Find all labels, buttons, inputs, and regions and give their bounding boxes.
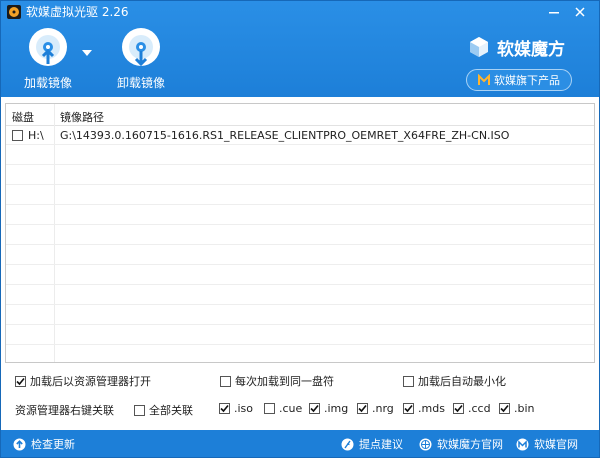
table-row[interactable]: H:\ G:\14393.0.160715-1616.RS1_RELEASE_C… bbox=[6, 126, 594, 145]
disc-down-arrow-icon bbox=[122, 28, 160, 67]
mofang-site-link[interactable]: 软媒魔方官网 bbox=[419, 436, 503, 452]
globe-icon bbox=[419, 438, 432, 450]
select-all-option[interactable]: 全部关联 bbox=[134, 402, 193, 418]
empty-row bbox=[6, 186, 594, 205]
brand-logo: 软媒魔方 bbox=[467, 33, 592, 61]
ext-label: .ccd bbox=[468, 402, 491, 415]
minimize-button[interactable] bbox=[543, 3, 565, 21]
up-arrow-circle-icon bbox=[13, 438, 26, 450]
ext-cue-option[interactable]: .cue bbox=[264, 402, 302, 415]
ext-mds-option[interactable]: .mds bbox=[403, 402, 445, 415]
ext-ccd-option[interactable]: .ccd bbox=[453, 402, 491, 415]
checkmark-icon bbox=[454, 404, 463, 413]
empty-row bbox=[6, 246, 594, 265]
mofang-site-label: 软媒魔方官网 bbox=[437, 438, 503, 451]
minimize-icon bbox=[549, 12, 559, 14]
mount-image-button[interactable]: 加载镜像 bbox=[11, 25, 85, 95]
open-explorer-option[interactable]: 加载后以资源管理器打开 bbox=[15, 373, 151, 389]
footer-bar: 检查更新 提点建议 软媒魔方官网 软媒官网 bbox=[1, 430, 599, 457]
ext-iso-option[interactable]: .iso bbox=[219, 402, 253, 415]
empty-row bbox=[6, 266, 594, 285]
disc-app-icon bbox=[7, 5, 21, 19]
checkmark-icon bbox=[220, 404, 229, 413]
ext-label: .bin bbox=[514, 402, 535, 415]
feedback-label: 提点建议 bbox=[359, 438, 403, 451]
feedback-link[interactable]: 提点建议 bbox=[341, 436, 403, 452]
close-icon bbox=[575, 7, 585, 17]
title-bar[interactable]: 软媒虚拟光驱 2.26 bbox=[1, 1, 599, 23]
empty-row bbox=[6, 146, 594, 165]
same-drive-label: 每次加载到同一盘符 bbox=[235, 375, 334, 388]
context-menu-label: 资源管理器右键关联 bbox=[15, 404, 114, 417]
unmount-image-button[interactable]: 卸载镜像 bbox=[104, 25, 178, 95]
checkbox[interactable] bbox=[15, 375, 26, 387]
column-header-path[interactable]: 镜像路径 bbox=[60, 109, 104, 125]
checkbox[interactable] bbox=[220, 375, 231, 387]
same-drive-option[interactable]: 每次加载到同一盘符 bbox=[220, 373, 334, 389]
drive-letter: H:\ bbox=[28, 129, 44, 142]
checkbox[interactable] bbox=[134, 404, 145, 416]
ruanmei-site-label: 软媒官网 bbox=[534, 438, 578, 451]
ruanmei-site-link[interactable]: 软媒官网 bbox=[516, 436, 578, 452]
ext-label: .img bbox=[324, 402, 349, 415]
check-update-label: 检查更新 bbox=[31, 438, 75, 451]
window-title: 软媒虚拟光驱 2.26 bbox=[26, 5, 129, 19]
empty-row bbox=[6, 226, 594, 245]
m-logo-icon bbox=[516, 438, 529, 450]
ext-label: .iso bbox=[234, 402, 254, 415]
cube-logo-icon bbox=[470, 37, 488, 57]
unmount-label: 卸载镜像 bbox=[116, 76, 165, 90]
checkmark-icon bbox=[358, 404, 367, 413]
mount-label: 加载镜像 bbox=[23, 76, 72, 90]
chevron-down-icon[interactable] bbox=[82, 49, 92, 57]
disc-up-arrow-icon bbox=[29, 28, 67, 66]
column-header-disk[interactable]: 磁盘 bbox=[12, 109, 34, 125]
feather-icon bbox=[341, 438, 354, 450]
ext-label: .mds bbox=[418, 402, 445, 415]
checkbox[interactable] bbox=[309, 403, 320, 414]
checkbox[interactable] bbox=[499, 403, 510, 414]
empty-row bbox=[6, 166, 594, 185]
row-checkbox[interactable] bbox=[12, 130, 23, 141]
checkmark-icon bbox=[500, 404, 509, 413]
empty-row bbox=[6, 306, 594, 325]
checkmark-icon bbox=[16, 377, 25, 385]
empty-row bbox=[6, 286, 594, 305]
checkmark-icon bbox=[310, 404, 319, 413]
auto-minimize-label: 加载后自动最小化 bbox=[418, 375, 506, 388]
image-path: G:\14393.0.160715-1616.RS1_RELEASE_CLIEN… bbox=[60, 129, 510, 142]
checkbox[interactable] bbox=[403, 403, 414, 414]
checkbox[interactable] bbox=[219, 403, 230, 414]
checkbox[interactable] bbox=[264, 403, 275, 414]
select-all-label: 全部关联 bbox=[149, 404, 193, 417]
brand-name: 软媒魔方 bbox=[497, 39, 565, 60]
auto-minimize-option[interactable]: 加载后自动最小化 bbox=[403, 373, 506, 389]
products-button[interactable]: 软媒旗下产品 bbox=[466, 69, 572, 91]
ext-label: .cue bbox=[279, 402, 303, 415]
ext-label: .nrg bbox=[372, 402, 394, 415]
checkbox[interactable] bbox=[357, 403, 368, 414]
empty-row bbox=[6, 206, 594, 225]
checkbox[interactable] bbox=[403, 375, 414, 387]
products-label: 软媒旗下产品 bbox=[494, 74, 560, 87]
list-header: 磁盘 镜像路径 bbox=[6, 104, 594, 126]
ext-nrg-option[interactable]: .nrg bbox=[357, 402, 394, 415]
empty-row bbox=[6, 326, 594, 345]
header: 软媒虚拟光驱 2.26 加载镜像 卸载镜像 软媒魔方 软媒旗下产品 bbox=[1, 1, 599, 97]
app-window: 软媒虚拟光驱 2.26 加载镜像 卸载镜像 软媒魔方 软媒旗下产品 磁盘 镜像路… bbox=[0, 0, 600, 458]
checkmark-icon bbox=[404, 404, 413, 413]
open-explorer-label: 加载后以资源管理器打开 bbox=[30, 375, 151, 388]
ext-bin-option[interactable]: .bin bbox=[499, 402, 535, 415]
ext-img-option[interactable]: .img bbox=[309, 402, 348, 415]
m-logo-icon bbox=[478, 74, 490, 85]
check-update-link[interactable]: 检查更新 bbox=[13, 436, 75, 452]
mounted-images-list[interactable]: 磁盘 镜像路径 H:\ G:\14393.0.160715-1616.RS1_R… bbox=[5, 103, 595, 363]
close-button[interactable] bbox=[569, 3, 591, 21]
checkbox[interactable] bbox=[453, 403, 464, 414]
